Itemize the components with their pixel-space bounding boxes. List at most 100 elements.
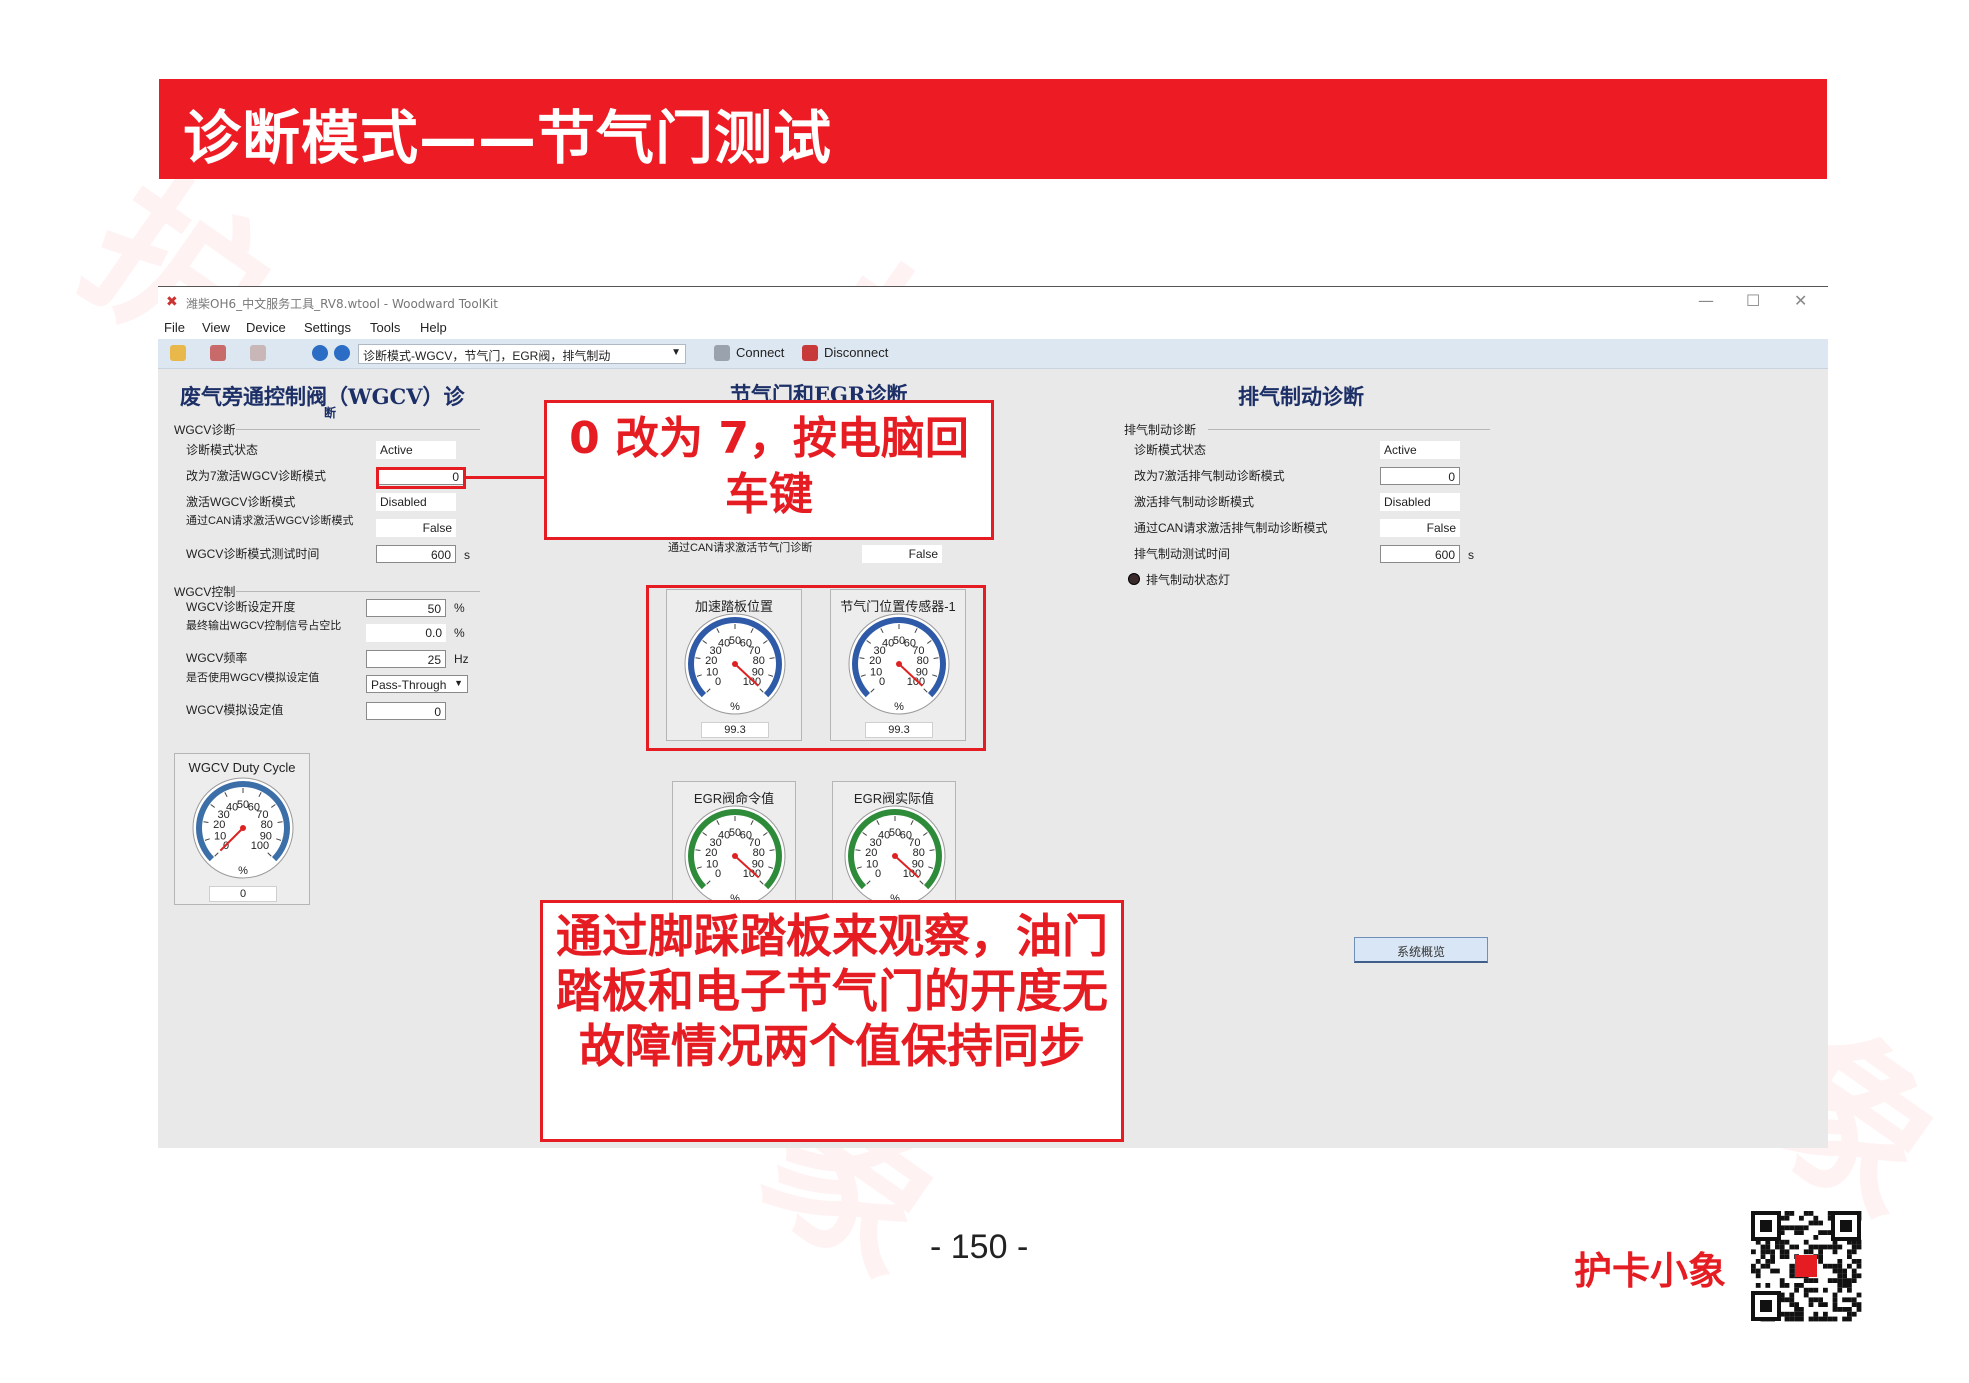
menu-device[interactable]: Device [246, 320, 286, 335]
gauge-hub [892, 853, 898, 859]
chevron-down-icon: ▼ [454, 678, 463, 688]
divider [236, 429, 480, 430]
gauge-tick-label: 10 [214, 830, 226, 842]
wgcv-heading: 废气旁通控制阀（WGCV）诊 [180, 384, 465, 409]
page-title: 诊断模式——节气门测试 [183, 104, 833, 172]
gauge-tick-label: 10 [706, 858, 718, 870]
exhaust-row-label: 排气制动测试时间 [1134, 547, 1231, 561]
wgcv-opening-input[interactable]: 50 [366, 599, 446, 617]
gauge-tick-label: 10 [866, 858, 878, 870]
gauge-hub [240, 825, 246, 831]
wgcv-ctrl-label: WGCV频率 [186, 651, 248, 665]
disconnect-button[interactable]: Disconnect [824, 345, 888, 360]
page-banner: 诊断模式——节气门测试 [159, 79, 1827, 179]
page: 护卡小象 护卡小象 护卡小象 护卡小象 诊断模式——节气门测试 ✖ 潍柴OH6_… [0, 0, 1969, 1383]
wgcv-row-label: WGCV诊断模式测试时间 [186, 547, 320, 561]
egr-command-gauge: 0102030405060708090100% [684, 805, 786, 907]
wgcv-row-label: 激活WGCV诊断模式 [186, 495, 296, 509]
wgcv-ctrl-group: WGCV控制 [174, 585, 236, 599]
menu-help[interactable]: Help [420, 320, 447, 335]
gauge-unit: % [238, 865, 248, 877]
wgcv-test-time-input[interactable]: 600 [376, 545, 456, 563]
wgcv-sim-select[interactable]: Pass-Through ▼ [366, 675, 468, 693]
gauge-tick-label: 20 [865, 847, 877, 859]
wgcv-ctrl-label: 最终输出WGCV控制信号占空比 [186, 620, 342, 632]
wgcv-ctrl-label: 是否使用WGCV模拟设定值 [186, 672, 320, 684]
unit-label: s [464, 548, 470, 562]
throttle-can-request: False [862, 545, 942, 563]
page-number: - 150 - [930, 1228, 1029, 1266]
open-folder-icon[interactable] [170, 345, 186, 361]
gauge-tick-label: 20 [705, 847, 717, 859]
wgcv-heading-wrap: 断 [324, 406, 337, 420]
gauge-value: 0 [209, 886, 277, 902]
gauge-tick-label: 100 [903, 868, 921, 880]
disconnect-icon [802, 345, 818, 361]
exhaust-row-label: 改为7激活排气制动诊断模式 [1134, 469, 1285, 483]
back-icon[interactable] [312, 345, 328, 361]
exhaust-group: 排气制动诊断 [1124, 423, 1197, 437]
forward-icon[interactable] [334, 345, 350, 361]
wgcv-diag-group: WGCV诊断 [174, 423, 236, 437]
window-title: 潍柴OH6_中文服务工具_RV8.wtool - Woodward ToolKi… [186, 297, 498, 311]
gauge-tick-label: 20 [213, 819, 225, 831]
wgcv-ctrl-label: WGCV模拟设定值 [186, 703, 284, 717]
wgcv-row-label: 通过CAN请求激活WGCV诊断模式 [186, 515, 354, 527]
wgcv-ctrl-label: WGCV诊断设定开度 [186, 600, 296, 614]
exhaust-row-label: 通过CAN请求激活排气制动诊断模式 [1134, 521, 1328, 535]
wgcv-duty-output: 0.0 [366, 624, 446, 642]
callout-bottom: 通过脚踩踏板来观察，油门踏板和电子节气门的开度无故障情况两个值保持同步 [540, 900, 1124, 1142]
exhaust-can-request: False [1380, 519, 1460, 537]
chevron-down-icon: ▼ [671, 347, 681, 358]
wgcv-row-label: 改为7激活WGCV诊断模式 [186, 469, 327, 483]
callout-top: 0 改为 7，按电脑回车键 [544, 400, 994, 540]
exhaust-lamp-label: 排气制动状态灯 [1146, 573, 1231, 587]
exhaust-mode-status: Active [1380, 441, 1460, 459]
exhaust-row-label: 激活排气制动诊断模式 [1134, 495, 1255, 509]
mode-select[interactable]: 诊断模式-WGCV，节气门，EGR阀，排气制动 ▼ [358, 344, 686, 364]
divider [236, 591, 480, 592]
divider [1208, 429, 1490, 430]
grid-icon[interactable] [250, 345, 266, 361]
qr-code-icon [1747, 1207, 1865, 1325]
wgcv-sim-select-value: Pass-Through [371, 678, 447, 692]
exhaust-activate-status: Disabled [1380, 493, 1460, 511]
exhaust-activate-input[interactable]: 0 [1380, 467, 1460, 485]
brand-logo: 护卡小象 [1574, 1249, 1727, 1293]
gauge-title: WGCV Duty Cycle [188, 760, 296, 775]
menubar: File View Device Settings Tools Help [158, 317, 1828, 339]
menu-file[interactable]: File [164, 320, 185, 335]
gauge-hub [732, 853, 738, 859]
unit-label: Hz [454, 652, 469, 666]
exhaust-row-label: 诊断模式状态 [1134, 443, 1207, 457]
connect-button[interactable]: Connect [736, 345, 784, 360]
minimize-icon[interactable]: — [1698, 291, 1714, 310]
highlight-box [646, 585, 986, 751]
wgcv-activate-status: Disabled [376, 493, 456, 511]
close-icon[interactable]: ✕ [1794, 291, 1807, 310]
exhaust-heading: 排气制动诊断 [1238, 384, 1364, 409]
egr-actual-gauge: 0102030405060708090100% [844, 805, 946, 907]
gauge-panel: WGCV Duty Cycle 0102030405060708090100% … [174, 753, 310, 905]
connect-icon [714, 345, 730, 361]
unit-label: % [454, 626, 465, 640]
system-overview-button[interactable]: 系统概览 [1354, 937, 1488, 963]
status-lamp-icon [1128, 573, 1140, 585]
wgcv-mode-status: Active [376, 441, 456, 459]
maximize-icon[interactable]: ☐ [1746, 291, 1760, 310]
unit-label: s [1468, 548, 1474, 562]
menu-view[interactable]: View [202, 320, 230, 335]
exhaust-test-time-input[interactable]: 600 [1380, 545, 1460, 563]
wgcv-can-request: False [376, 519, 456, 537]
wgcv-frequency-input[interactable]: 25 [366, 650, 446, 668]
gauge-tick-label: 100 [251, 840, 269, 852]
menu-settings[interactable]: Settings [304, 320, 351, 335]
wgcv-row-label: 诊断模式状态 [186, 443, 259, 457]
wgcv-sim-value-input[interactable]: 0 [366, 702, 446, 720]
wgcv-duty-gauge: 0102030405060708090100% [192, 777, 294, 879]
gauge-tick-label: 100 [743, 868, 761, 880]
menu-tools[interactable]: Tools [370, 320, 400, 335]
calendar-icon[interactable] [210, 345, 226, 361]
throttle-can-label: 通过CAN请求激活节气门诊断 [668, 542, 813, 554]
highlight-box [376, 467, 466, 489]
